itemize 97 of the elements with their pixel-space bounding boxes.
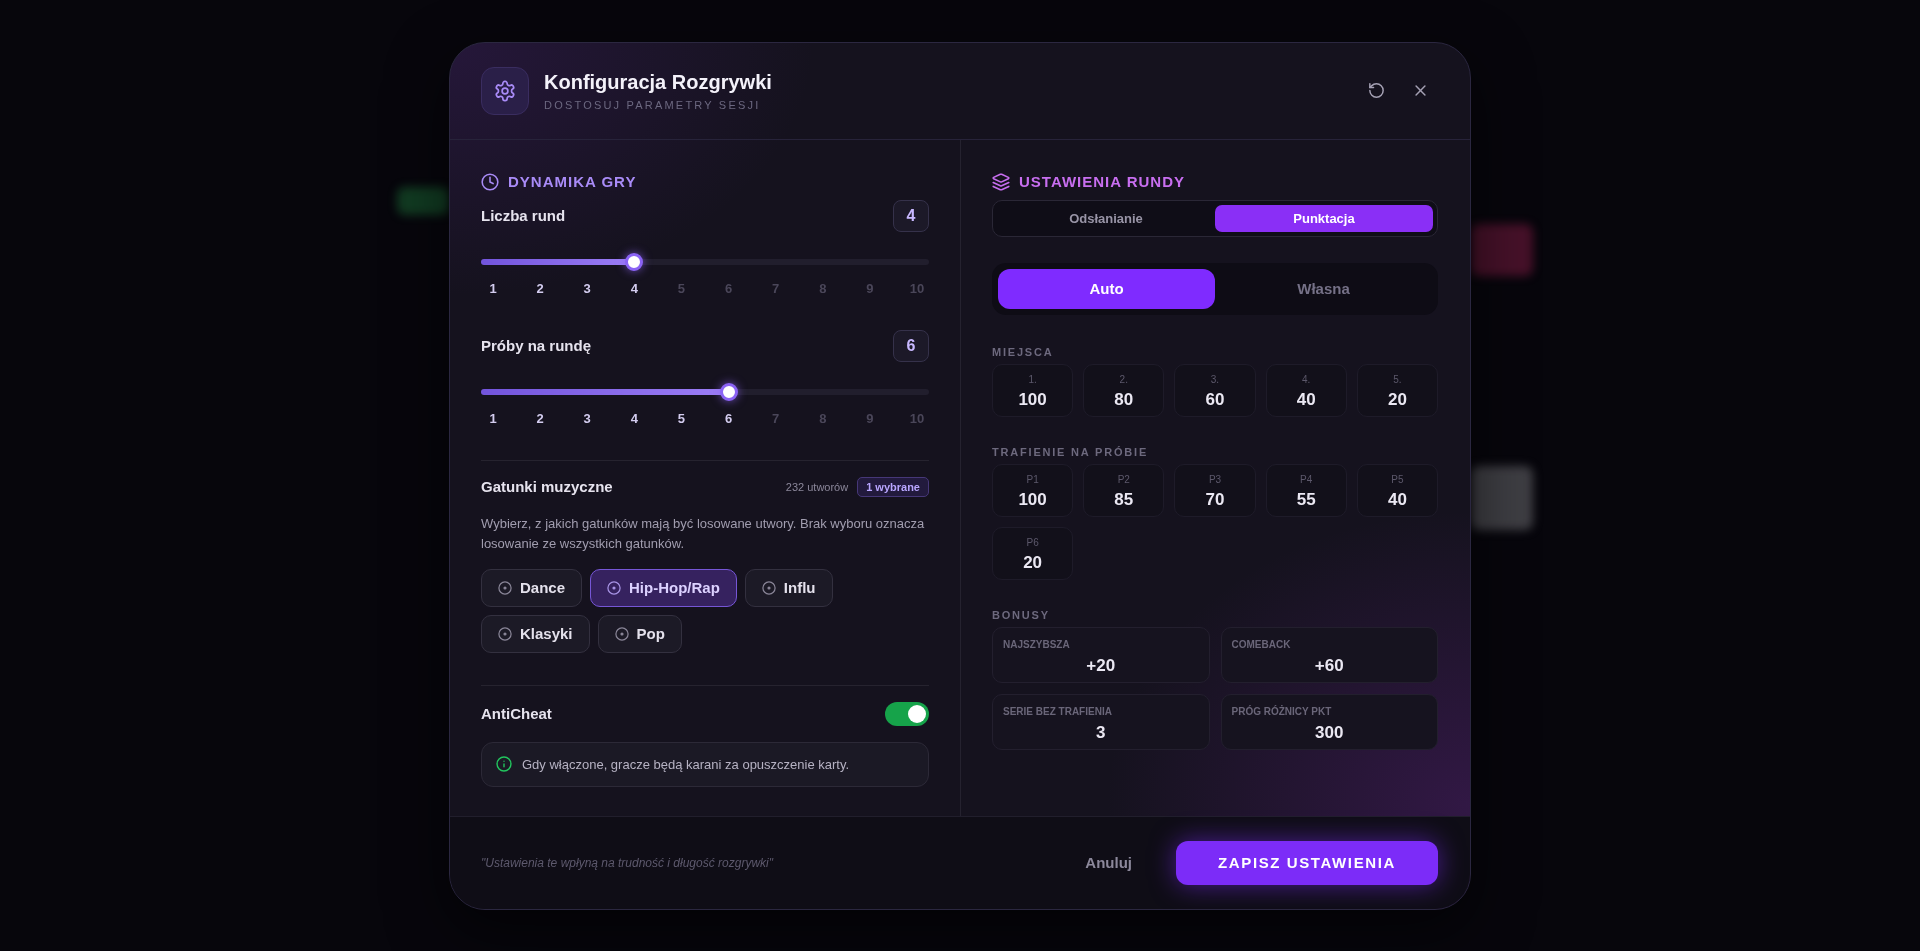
segment-option[interactable]: Auto (998, 268, 1215, 309)
slider-track[interactable] (481, 382, 929, 401)
points-value: 20 (1386, 389, 1408, 410)
points-value: 85 (1113, 489, 1135, 510)
dialog-subtitle: DOSTOSUJ PARAMETRY SESJI (544, 98, 762, 112)
section-heading: USTAWIENIA RUNDY (1019, 173, 1185, 190)
tick-label: 1 (488, 410, 498, 427)
settings-icon (481, 66, 529, 115)
tick-label: 5 (676, 280, 687, 297)
tick-label: 10 (908, 410, 926, 427)
points-label: P1 (1025, 473, 1040, 486)
points-value: 70 (1204, 489, 1226, 510)
footer-note: "Ustawienia te wpłyną na trudność i długość rozgrywki" (481, 855, 773, 870)
clock-icon (481, 172, 499, 191)
tick-label: 10 (908, 280, 926, 297)
tick-label: 4 (629, 280, 639, 297)
blurred-backdrop-shape (1471, 466, 1533, 530)
genres-description: Wybierz, z jakich gatunków mają być losowane utwory. Brak wyboru oznacza losowanie ze wszystkich gatunków. (481, 514, 926, 553)
bonus-value: +60 (1313, 655, 1345, 676)
tick-label: 2 (535, 280, 545, 297)
tick-label: 3 (582, 410, 592, 427)
tick-label: 8 (818, 410, 828, 427)
points-label: P4 (1299, 473, 1314, 486)
bonus-label: NAJSZYBSZA (1003, 638, 1071, 651)
genre-chip[interactable]: Influ (744, 568, 833, 607)
slider-handle[interactable] (625, 252, 644, 271)
tick-label: 5 (676, 410, 687, 427)
circle-dot-icon (498, 580, 512, 595)
points-value: 100 (1017, 389, 1048, 410)
value-display: 6 (893, 329, 929, 362)
points-label: 1. (1027, 373, 1038, 386)
tab[interactable]: Odsłanianie (997, 204, 1215, 232)
blurred-backdrop-shape (397, 187, 449, 215)
genre-chip[interactable]: Hip-Hop/Rap (590, 568, 737, 607)
tick-label: 3 (582, 280, 592, 297)
info-text: Gdy włączone, gracze będą karani za opuszczenie karty. (522, 756, 850, 772)
tick-label: 7 (771, 410, 781, 427)
tab[interactable]: Punktacja (1215, 204, 1433, 232)
section-heading: DYNAMIKA GRY (508, 173, 637, 190)
circular-arrow-icon (1367, 82, 1385, 99)
group-label: MIEJSCA (992, 344, 1055, 359)
blurred-backdrop-shape (1471, 224, 1533, 276)
bonus-label: SERIE BEZ TRAFIENIA (1003, 705, 1113, 718)
points-value: 100 (1017, 489, 1048, 510)
bonus-label: PRÓG RÓŻNICY PKT (1231, 705, 1333, 718)
points-label: 4. (1301, 373, 1312, 386)
tick-label: 9 (865, 280, 875, 297)
points-label: P3 (1207, 473, 1223, 486)
tick-label: 9 (865, 410, 875, 427)
circle-dot-icon (614, 626, 629, 641)
group-label: BONUSY (992, 607, 1051, 622)
anticheat-toggle[interactable] (885, 701, 929, 726)
slider-track[interactable] (481, 252, 929, 271)
layers-icon (992, 172, 1010, 191)
tick-label: 4 (629, 410, 639, 427)
points-value: 40 (1295, 389, 1317, 410)
points-label: 3. (1209, 373, 1221, 386)
genres-title: Gatunki muzyczne (481, 478, 613, 495)
info-icon (496, 756, 512, 772)
segment-option[interactable]: Własna (1215, 268, 1432, 309)
points-label: P2 (1116, 473, 1131, 486)
points-value: 60 (1204, 389, 1226, 410)
points-value: 20 (1022, 552, 1044, 573)
tick-label: 6 (723, 280, 734, 297)
bonus-value: +20 (1085, 655, 1117, 676)
circle-dot-icon (607, 580, 622, 595)
value-display: 4 (893, 199, 929, 232)
slider-label: Próby na rundę (481, 337, 592, 354)
points-value: 80 (1113, 389, 1135, 410)
genre-chip[interactable]: Klasyki (481, 614, 590, 653)
slider-label: Liczba rund (481, 207, 566, 224)
save-button[interactable]: ZAPISZ USTAWIENIA (1176, 840, 1438, 885)
points-value: 55 (1295, 489, 1317, 510)
cancel-button[interactable]: Anuluj (1069, 846, 1148, 879)
anticheat-label: AntiCheat (481, 705, 552, 722)
tick-label: 6 (723, 410, 734, 427)
tick-label: 7 (771, 280, 781, 297)
points-label: 2. (1118, 373, 1129, 386)
genre-chip[interactable]: Pop (597, 614, 682, 653)
circle-dot-icon (498, 626, 512, 641)
points-value: 40 (1386, 489, 1408, 510)
points-label: P6 (1025, 536, 1040, 549)
tick-label: 2 (535, 410, 545, 427)
bonus-value: 300 (1314, 722, 1345, 743)
track-count: 232 utworów (785, 480, 849, 493)
tick-label: 1 (488, 280, 498, 297)
circle-dot-icon (761, 580, 776, 595)
points-label: P5 (1390, 473, 1405, 486)
tick-label: 8 (818, 280, 828, 297)
slider-handle[interactable] (719, 382, 738, 401)
points-label: 5. (1392, 373, 1403, 386)
genre-chip[interactable]: Dance (481, 568, 583, 607)
bonus-label: COMEBACK (1231, 638, 1292, 651)
selected-count-badge: 1 wybrane (857, 476, 929, 497)
dialog-title: Konfiguracja Rozgrywki (544, 69, 772, 94)
bonus-value: 3 (1095, 722, 1107, 743)
group-label: TRAFIENIE NA PRÓBIE (992, 444, 1150, 459)
